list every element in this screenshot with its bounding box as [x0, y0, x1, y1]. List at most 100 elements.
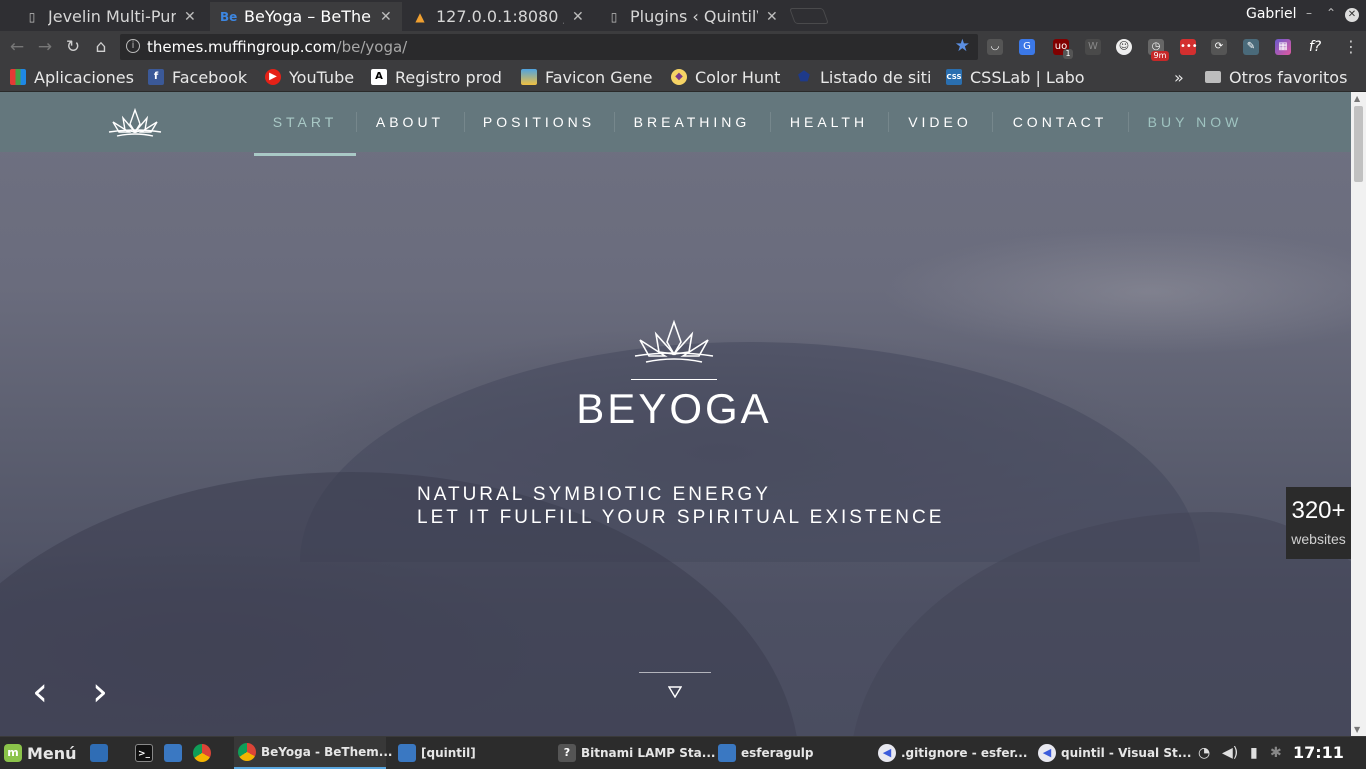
- be-icon: Be: [220, 9, 238, 24]
- nav-positions[interactable]: POSITIONS: [464, 92, 614, 152]
- nav-contact[interactable]: CONTACT: [992, 92, 1128, 152]
- nav-buy-now[interactable]: BUY NOW: [1128, 92, 1262, 152]
- terminal-launcher[interactable]: >_: [135, 737, 158, 769]
- minimize-icon[interactable]: –: [1306, 6, 1312, 20]
- scroll-up-icon[interactable]: ▲: [1354, 94, 1360, 103]
- taskbar-window-gitignore[interactable]: ◀ .gitignore - esfer...: [878, 737, 1028, 769]
- tab-plugins[interactable]: ▯ Plugins ‹ QuintilV ✕: [596, 2, 792, 31]
- gradient-icon[interactable]: ▦: [1275, 39, 1291, 55]
- browser-tab-strip: ▯ Jevelin Multi-Purp ✕ Be BeYoga – BeThe…: [0, 0, 1366, 31]
- bookmark-favicon[interactable]: Favicon Gene: [521, 67, 657, 87]
- restore-icon[interactable]: ⌃: [1326, 6, 1336, 20]
- slider-next-icon[interactable]: ›: [92, 672, 122, 712]
- close-tab-icon[interactable]: ✕: [184, 9, 196, 25]
- phpmyadmin-icon: ▲: [415, 9, 425, 24]
- tab-title: 127.0.0.1:8080 /: [436, 7, 564, 26]
- info-icon[interactable]: i: [126, 39, 140, 53]
- other-bookmarks[interactable]: Otros favoritos: [1205, 67, 1347, 87]
- address-bar[interactable]: i themes.muffingroup.com/be/yoga/ ★: [120, 34, 978, 60]
- hero-tagline-2: LET IT FULFILL YOUR SPIRITUAL EXISTENCE: [417, 507, 945, 528]
- files-launcher[interactable]: [164, 737, 187, 769]
- chrome-icon: [193, 744, 211, 762]
- close-tab-icon[interactable]: ✕: [380, 9, 392, 25]
- browser-menu-icon[interactable]: ⋮: [1343, 37, 1359, 56]
- youtube-icon: ▶: [265, 69, 281, 85]
- bookmark-aplicaciones[interactable]: Aplicaciones: [10, 67, 140, 87]
- taskbar-window-beyoga[interactable]: BeYoga - BeThem...: [234, 737, 392, 769]
- colorzilla-icon[interactable]: ✎: [1243, 39, 1259, 55]
- url-text[interactable]: themes.muffingroup.com/be/yoga/: [147, 38, 407, 56]
- taskbar-window-bitnami[interactable]: ? Bitnami LAMP Sta...: [558, 737, 715, 769]
- scroll-down-icon[interactable]: [668, 686, 682, 698]
- bluetooth-icon[interactable]: ✱: [1270, 745, 1282, 761]
- lotus-logo-icon[interactable]: [107, 106, 163, 138]
- pocket-icon[interactable]: ◡: [987, 39, 1003, 55]
- new-tab-button[interactable]: [789, 8, 829, 24]
- scroll-divider: [639, 672, 711, 673]
- back-icon[interactable]: ←: [6, 36, 28, 58]
- lotus-logo-icon: [634, 319, 714, 363]
- home-icon[interactable]: ⌂: [90, 36, 112, 58]
- close-tab-icon[interactable]: ✕: [572, 9, 584, 25]
- hero-tagline-1: NATURAL SYMBIOTIC ENERGY: [417, 484, 771, 505]
- websites-badge[interactable]: 320+ websites: [1286, 487, 1351, 559]
- bookmark-csslab[interactable]: CSS CSSLab | Labo: [946, 67, 1086, 87]
- bookmark-label: Color Hunt: [695, 67, 781, 87]
- tab-beyoga[interactable]: Be BeYoga – BeTher ✕: [210, 2, 402, 31]
- nav-video[interactable]: VIDEO: [888, 92, 992, 152]
- lastpass-icon[interactable]: •••: [1180, 39, 1198, 55]
- translate-icon[interactable]: G: [1019, 39, 1035, 55]
- bookmark-label: Facebook: [172, 67, 248, 87]
- close-tab-icon[interactable]: ✕: [766, 9, 778, 25]
- slider-prev-icon[interactable]: ‹: [32, 672, 62, 712]
- bookmarks-bar: Aplicaciones f Facebook ▶ YouTube A Regi…: [0, 63, 1366, 92]
- bookmark-registro[interactable]: A Registro prod: [371, 67, 509, 87]
- menu-label: Menú: [27, 743, 77, 763]
- scrollbar-thumb[interactable]: [1354, 106, 1363, 182]
- taskbar-window-esferagulp[interactable]: esferagulp: [718, 737, 868, 769]
- chrome-launcher[interactable]: [193, 737, 216, 769]
- battery-icon[interactable]: ▮: [1250, 745, 1258, 761]
- folder-icon: [164, 744, 182, 762]
- scroll-down-arrow-icon[interactable]: ▼: [1354, 725, 1360, 734]
- nav-health[interactable]: HEALTH: [770, 92, 888, 152]
- bookmark-label: Favicon Gene: [545, 67, 653, 87]
- close-window-icon[interactable]: ✕: [1345, 8, 1359, 22]
- show-desktop-button[interactable]: [90, 737, 113, 769]
- wordpress-icon[interactable]: W: [1085, 39, 1101, 55]
- whatfont-icon[interactable]: f?: [1307, 39, 1323, 55]
- volume-icon[interactable]: ◀): [1222, 745, 1238, 761]
- bookmark-listado[interactable]: ⬟ Listado de siti: [796, 67, 936, 87]
- taskbar-window-quintil-folder[interactable]: [quintil]: [398, 737, 548, 769]
- bookmark-label: CSSLab | Labo: [970, 67, 1085, 87]
- page-scrollbar[interactable]: ▲ ▼: [1351, 92, 1366, 736]
- desktop-icon: [90, 744, 108, 762]
- nav-breathing[interactable]: BREATHING: [614, 92, 770, 152]
- os-taskbar: m Menú >_ BeYoga - BeThem... [quintil] ?…: [0, 736, 1366, 769]
- nav-start[interactable]: START: [254, 92, 356, 156]
- bookmark-youtube[interactable]: ▶ YouTube: [265, 67, 361, 87]
- bookmark-label: Listado de siti: [820, 67, 932, 87]
- nav-about[interactable]: ABOUT: [356, 92, 464, 152]
- reload-icon[interactable]: ↻: [62, 36, 84, 58]
- clock[interactable]: 17:11: [1293, 743, 1344, 762]
- window-label: [quintil]: [421, 746, 476, 760]
- bookmark-star-icon[interactable]: ★: [955, 36, 970, 56]
- bookmark-colorhunt[interactable]: ◆ Color Hunt: [671, 67, 787, 87]
- tab-phpmyadmin[interactable]: ▲ 127.0.0.1:8080 / ✕: [402, 2, 596, 31]
- bookmark-facebook[interactable]: f Facebook: [148, 67, 256, 87]
- csslab-icon: CSS: [946, 69, 962, 85]
- tab-jevelin[interactable]: ▯ Jevelin Multi-Purp ✕: [14, 2, 210, 31]
- bookmarks-overflow-icon[interactable]: »: [1174, 67, 1184, 87]
- window-label: BeYoga - BeThem...: [261, 745, 393, 759]
- sync-icon[interactable]: ⟳: [1211, 39, 1227, 55]
- taskbar-window-vscode-quintil[interactable]: ◀ quintil - Visual St...: [1038, 737, 1191, 769]
- forward-icon[interactable]: →: [34, 36, 56, 58]
- hero-brand-title: BEYOGA: [576, 385, 772, 432]
- wifi-icon[interactable]: ◔: [1198, 745, 1210, 761]
- mint-logo-icon: m: [4, 744, 22, 762]
- emoji-icon[interactable]: ☺: [1116, 39, 1132, 55]
- badge-text: websites: [1291, 531, 1346, 547]
- profile-name[interactable]: Gabriel: [1246, 6, 1296, 22]
- start-menu-button[interactable]: m Menú: [4, 737, 77, 769]
